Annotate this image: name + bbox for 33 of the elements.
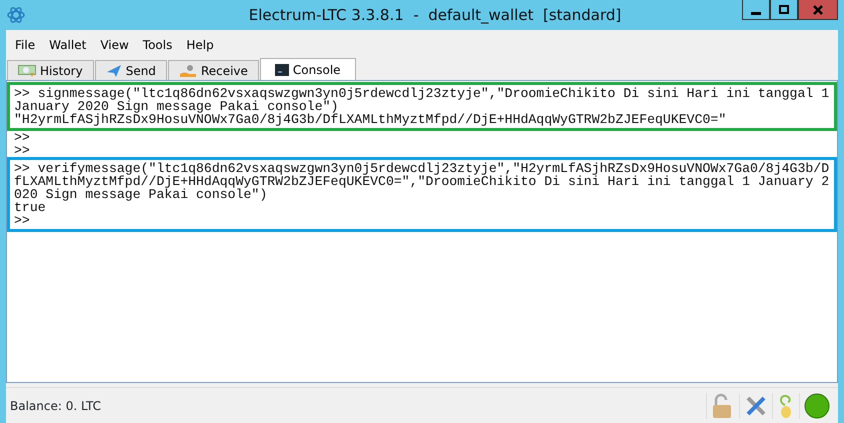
- console-line: >>: [14, 214, 31, 227]
- menu-item[interactable]: File: [8, 34, 42, 56]
- minimize-icon: [751, 12, 761, 14]
- terminal-icon: [274, 64, 289, 76]
- menu-item[interactable]: Tools: [136, 34, 180, 56]
- console-line: "H2yrmLfASjhRZsDx9HosuVNOWx7Ga0/8j4G3b/DfLXAMLthMyztMfpd//DjE+HHdAqqWyGTRW2bZJEFeqUKEVC0=": [14, 113, 728, 126]
- console-line: >>: [14, 144, 31, 157]
- menu-item[interactable]: Help: [179, 34, 221, 56]
- console-line: January 2020 Sign message Pakai console"): [14, 100, 338, 113]
- paper-plane-icon: [106, 64, 122, 78]
- tools-icon[interactable]: [744, 394, 768, 418]
- balance-label: Balance: 0. LTC: [10, 398, 102, 414]
- app-logo-icon: [6, 5, 26, 25]
- window-title: Electrum-LTC 3.3.8.1 - default_wallet [standard]: [248, 4, 622, 26]
- close-icon: [813, 4, 823, 14]
- tab[interactable]: Console: [260, 58, 356, 80]
- menu-item[interactable]: View: [93, 34, 136, 56]
- maximize-icon: [779, 4, 789, 14]
- console-line: >> verifymessage("ltc1q86dn62vsxaqswzgwn3yn0j5rdewcdlj23ztyje","H2yrmLfASjhRZsDx9HosuVNOWx7Ga0/8j4G3b/D: [14, 162, 830, 175]
- tab[interactable]: Send: [94, 60, 167, 80]
- minimize-button[interactable]: [742, 0, 770, 20]
- console-line: 020 Sign message Pakai console"): [14, 188, 268, 201]
- console-line: >>: [14, 131, 31, 144]
- maximize-button[interactable]: [770, 0, 798, 20]
- tab[interactable]: Receive: [168, 60, 259, 80]
- status-indicator-icon: [804, 392, 830, 418]
- console-line: >> signmessage("ltc1q86dn62vsxaqswzgwn3yn0j5rdewcdlj23ztyje","DroomieChikito Di sini Hari ini tanggal 1: [14, 87, 830, 100]
- tab[interactable]: History: [7, 60, 94, 80]
- console-line: true: [14, 201, 46, 214]
- menu-item[interactable]: Wallet: [42, 34, 94, 56]
- banknote-icon: [18, 64, 36, 78]
- close-button[interactable]: [798, 0, 838, 20]
- console-line: fLXAMLthMyztMfpd//DjE+HHdAqqWyGTRW2bZJEFeqUKEVC0=","DroomieChikito Di sini Hari ini tanggal 1 January 2: [14, 175, 830, 188]
